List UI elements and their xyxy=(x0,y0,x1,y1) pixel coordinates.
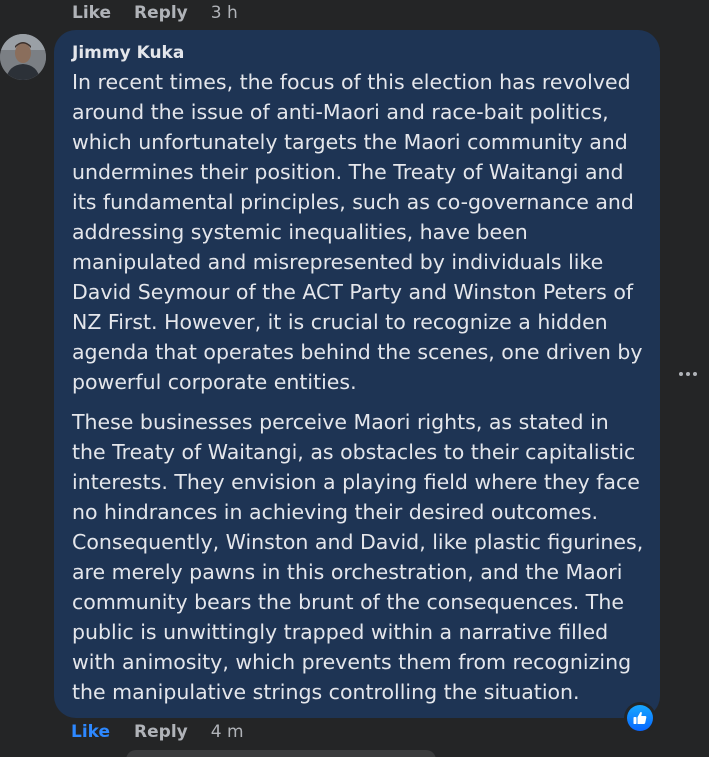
reply-button[interactable]: Reply xyxy=(134,3,188,23)
reaction-badge[interactable] xyxy=(624,702,656,734)
avatar-image xyxy=(0,34,46,80)
more-options-icon[interactable] xyxy=(676,364,700,384)
reply-button[interactable]: Reply xyxy=(134,722,188,742)
next-reply-bubble xyxy=(126,750,436,757)
comment-thread: Like Reply 3 h Jimmy Kuka In recent time… xyxy=(0,0,709,757)
like-button-liked[interactable]: Like xyxy=(71,722,110,742)
timestamp[interactable]: 4 m xyxy=(211,722,244,742)
comment-paragraph-1: In recent times, the focus of this elect… xyxy=(72,70,643,394)
like-button[interactable]: Like xyxy=(72,3,111,23)
avatar[interactable] xyxy=(0,34,46,80)
previous-comment-actions: Like Reply 3 h xyxy=(72,2,238,24)
comment-actions: Like Reply 4 m xyxy=(71,721,244,743)
thumbs-up-icon xyxy=(627,705,653,731)
comment-author[interactable]: Jimmy Kuka xyxy=(72,43,184,63)
timestamp[interactable]: 3 h xyxy=(211,3,238,23)
comment-bubble: Jimmy Kuka In recent times, the focus of… xyxy=(54,30,660,718)
comment-paragraph-2: These businesses perceive Maori rights, … xyxy=(72,410,644,704)
